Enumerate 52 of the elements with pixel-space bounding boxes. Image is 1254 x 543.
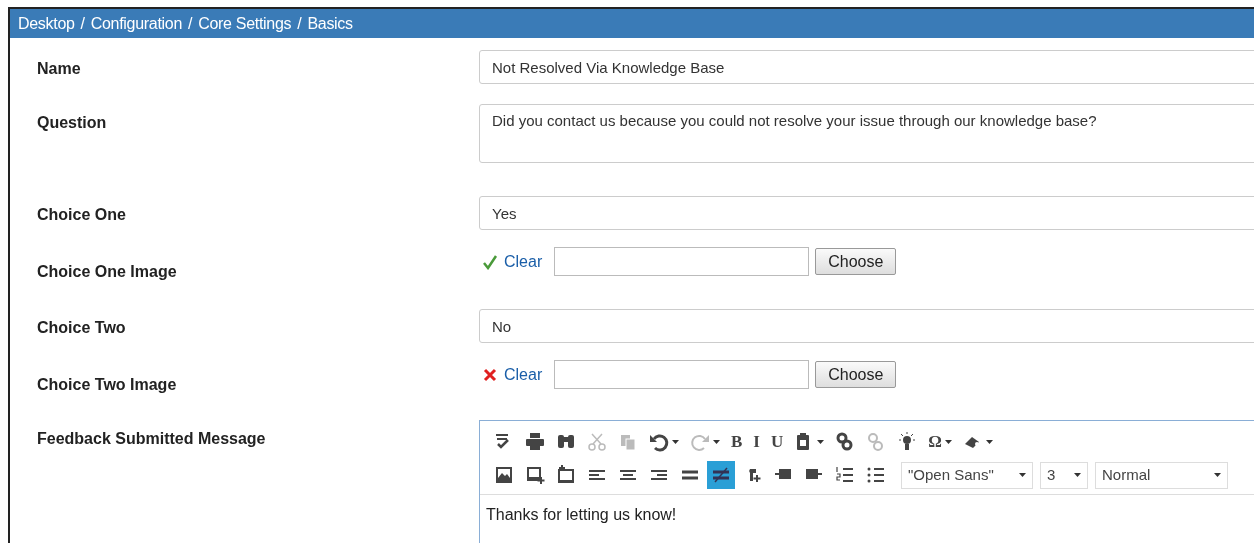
caret-icon: [985, 440, 993, 444]
printer-icon: [525, 432, 545, 452]
toolbar-button[interactable]: [707, 461, 735, 489]
file-field[interactable]: [554, 360, 810, 389]
font-select[interactable]: Normal: [1095, 461, 1228, 489]
scissors-icon: [587, 432, 607, 452]
undo-icon: [649, 432, 669, 452]
bullet-list-icon: [866, 465, 886, 485]
clear-link[interactable]: Clear: [504, 362, 543, 387]
text-field[interactable]: Not Resolved Via Knowledge Base: [479, 50, 1254, 84]
copy-icon: [618, 432, 638, 452]
field-label: Question: [37, 114, 107, 131]
caret-icon: [672, 440, 679, 444]
toolbar-button[interactable]: I: [749, 428, 764, 456]
breadcrumb-separator: /: [297, 13, 302, 34]
choose-button[interactable]: Choose: [815, 361, 897, 388]
strikethrough-lines-icon: [711, 465, 731, 485]
breadcrumb-separator: /: [80, 13, 85, 34]
text-area[interactable]: Did you contact us because you could not resolve your issue through our knowledge base?: [479, 104, 1254, 163]
toolbar-button[interactable]: B: [727, 428, 747, 456]
field-label: Choice Two: [37, 319, 126, 336]
rich-text-editor[interactable]: B I U Ω "Open Sans" 3 Normal Thanks for letting us know!: [479, 420, 1254, 543]
field-label: Choice Two Image: [37, 376, 177, 393]
field-label: Choice One: [37, 206, 126, 223]
choose-button[interactable]: Choose: [815, 248, 897, 275]
font-select[interactable]: "Open Sans": [901, 461, 1033, 489]
toolbar-button[interactable]: Ω: [924, 428, 956, 456]
field-label: Choice One Image: [37, 263, 177, 280]
image-icon: [494, 465, 514, 485]
file-field[interactable]: [554, 247, 810, 276]
breadcrumb-link[interactable]: Core Settings: [198, 11, 292, 36]
caret-icon: [1019, 473, 1026, 477]
redo-icon: [690, 432, 710, 452]
text-field[interactable]: No: [479, 309, 1254, 343]
clear-link[interactable]: Clear: [504, 249, 543, 274]
breadcrumb-link[interactable]: Desktop: [18, 11, 75, 36]
font-select[interactable]: 3: [1040, 461, 1088, 489]
numbered-list-icon: [835, 465, 855, 485]
caret-icon: [944, 440, 952, 444]
caret-icon: [1074, 473, 1081, 477]
field-label: Name: [37, 60, 81, 77]
caret-icon: [817, 440, 825, 444]
breadcrumb-separator: /: [188, 13, 193, 34]
breadcrumb-link[interactable]: Configuration: [90, 11, 183, 36]
caret-icon: [713, 440, 720, 444]
breadcrumb-link[interactable]: Basics: [307, 11, 353, 36]
lightbulb-icon: [897, 432, 918, 452]
text-field[interactable]: Yes: [479, 196, 1254, 230]
toolbar-button[interactable]: U: [766, 428, 788, 456]
caret-icon: [1214, 473, 1221, 477]
editor-text: Thanks for letting us know!: [486, 505, 678, 525]
field-label: Feedback Submitted Message: [37, 430, 266, 447]
